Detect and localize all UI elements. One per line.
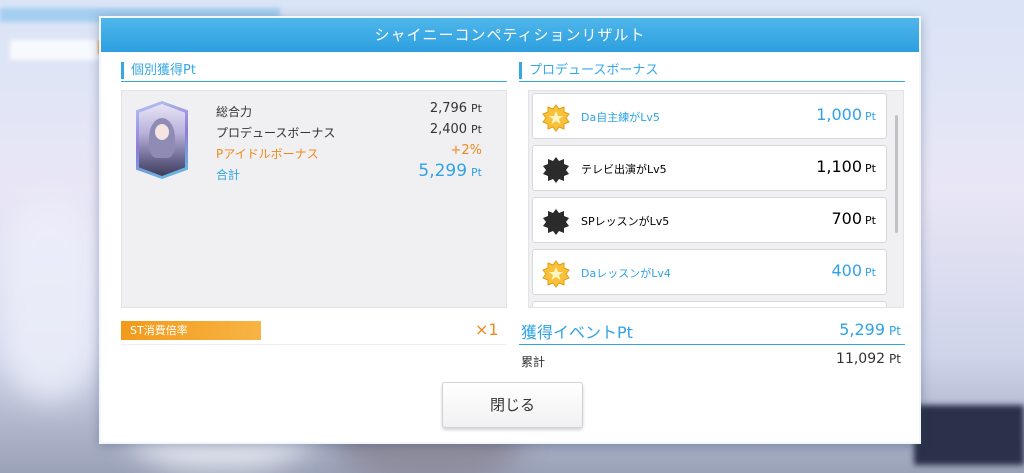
stat-value: 5,299 Pt xyxy=(418,161,482,181)
stat-row-sum: 合計 5,299 Pt xyxy=(216,161,482,184)
stat-row-produce-bonus: プロデュースボーナス 2,400 Pt xyxy=(216,122,482,142)
stat-value: 2,796 Pt xyxy=(429,101,482,116)
stat-row-p-idol-bonus: Pアイドルボーナス +2% xyxy=(216,143,482,163)
bonus-item: DaレッスンがLv4 400 Pt xyxy=(532,249,887,295)
stat-label: プロデュースボーナス xyxy=(216,126,336,140)
stat-label: 合計 xyxy=(216,168,241,182)
dark-star-badge-icon xyxy=(543,157,569,183)
bonus-item: Da自主練がLv5 1,000 Pt xyxy=(532,93,887,139)
st-multiplier: ×1 xyxy=(475,320,499,339)
gold-star-badge-icon xyxy=(542,260,570,288)
background-panel xyxy=(914,405,1024,465)
bonus-value: 400 Pt xyxy=(831,261,877,280)
divider xyxy=(519,344,905,345)
close-button[interactable]: 閉じる xyxy=(442,382,583,428)
idol-card-icon xyxy=(136,101,188,179)
cumulative-value: 11,092 Pt xyxy=(836,351,901,367)
stat-row-total-power: 総合力 2,796 Pt xyxy=(216,101,482,121)
stat-label: 総合力 xyxy=(216,105,253,119)
bonus-name: Da自主練がLv5 xyxy=(581,111,660,124)
st-consumption-rate-badge: ST消費倍率 xyxy=(121,321,261,340)
individual-section-title: 個別獲得Pt xyxy=(121,62,196,79)
produce-bonus-list[interactable]: Da自主練がLv5 1,000 Pt テレビ出演がLv5 1,100 Pt SPレッ… xyxy=(528,90,904,308)
event-pt-value: 5,299 Pt xyxy=(839,320,901,339)
event-pt-label: 獲得イベントPt xyxy=(521,323,633,342)
bonus-name: テレビ出演がLv5 xyxy=(581,163,667,176)
section-divider xyxy=(519,81,905,82)
produce-bonus-section-title: プロデュースボーナス xyxy=(519,62,658,79)
bonus-value: 1,100 Pt xyxy=(816,157,876,176)
cumulative-label: 累計 xyxy=(521,355,546,369)
bonus-item: SPレッスンがLv5 700 Pt xyxy=(532,197,887,243)
bonus-name: DaレッスンがLv4 xyxy=(581,267,671,280)
stat-label: Pアイドルボーナス xyxy=(216,147,319,161)
bonus-value: 1,000 Pt xyxy=(816,105,876,124)
individual-panel: 総合力 2,796 Pt プロデュースボーナス 2,400 Pt Pアイドルボーナス… xyxy=(121,90,507,308)
bonus-value: 700 Pt xyxy=(831,209,877,228)
idol-portrait xyxy=(139,104,185,176)
divider xyxy=(121,344,507,345)
section-divider xyxy=(121,81,507,82)
bonus-name: SPレッスンがLv5 xyxy=(581,215,670,228)
stat-value: +2% xyxy=(450,143,482,158)
bonus-list-scrollbar[interactable] xyxy=(895,115,898,233)
background-blob xyxy=(0,200,100,400)
bonus-item: テレビ出演がLv5 1,100 Pt xyxy=(532,145,887,191)
stat-value: 2,400 Pt xyxy=(429,122,482,137)
result-modal: シャイニーコンペティションリザルト 個別獲得Pt 総合力 2,796 Pt プロデ… xyxy=(99,16,921,444)
idol-face xyxy=(155,124,169,140)
bonus-item-partial xyxy=(532,301,887,307)
background-tab xyxy=(10,40,100,60)
modal-title: シャイニーコンペティションリザルト xyxy=(101,18,919,52)
gold-star-badge-icon xyxy=(542,104,570,132)
dark-star-badge-icon xyxy=(543,209,569,235)
